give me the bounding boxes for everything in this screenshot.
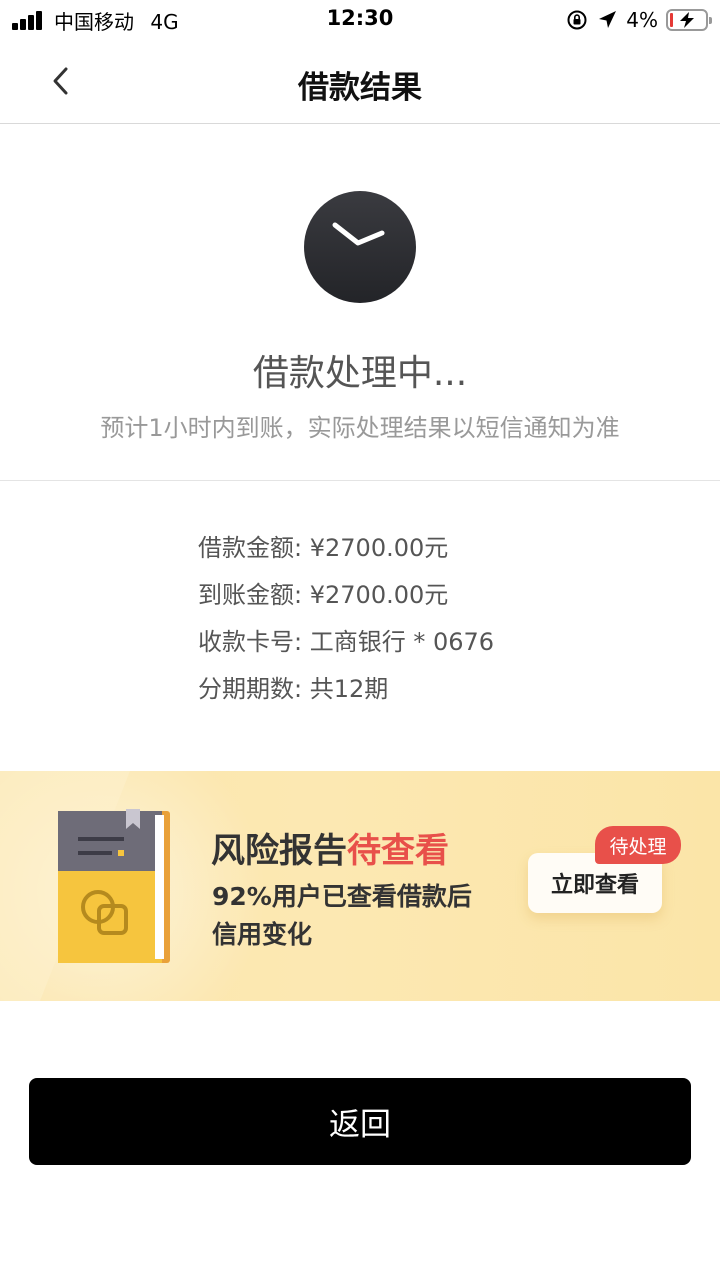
detail-label: 收款卡号: [198,628,303,656]
status-bar: 中国移动 4G 12:30 4% [0,0,720,40]
detail-label: 借款金额: [198,534,303,562]
status-right: 4% [566,7,712,33]
report-book-icon [0,771,170,1001]
page-title: 借款结果 [298,70,422,106]
detail-value: ¥2700.00元 [309,534,449,562]
nav-bar: 借款结果 [0,40,720,124]
detail-row-installments: 分期期数: 共12期 [198,669,698,716]
pending-badge: 待处理 [595,826,681,864]
detail-label: 到账金额: [198,581,303,609]
battery-icon [666,9,712,31]
detail-value: ¥2700.00元 [309,581,449,609]
processing-title: 借款处理中... [252,353,468,394]
return-button[interactable]: 返回 [29,1078,691,1165]
processing-subtitle: 预计1小时内到账，实际处理结果以短信通知为准 [100,414,620,442]
banner-desc-line2: 信用变化 [212,920,313,949]
detail-value: 共12期 [309,675,389,703]
location-arrow-icon [599,11,617,28]
loan-details: 借款金额: ¥2700.00元 到账金额: ¥2700.00元 收款卡号: 工商… [198,528,698,716]
detail-row-received-amount: 到账金额: ¥2700.00元 [198,575,698,622]
banner-title-main: 风险报告 [211,831,347,871]
divider [0,480,720,481]
detail-label: 分期期数: [198,675,303,703]
banner-title-highlight: 待查看 [347,831,449,871]
charging-bolt-icon [680,12,694,28]
clock-icon [304,191,416,303]
detail-row-card-number: 收款卡号: 工商银行 * 0676 [198,622,698,669]
banner-desc-line1: 92%用户已查看借款后 [212,882,472,911]
banner-title: 风险报告待查看 [211,823,449,872]
banner-description: 92%用户已查看借款后 信用变化 [212,878,512,954]
detail-row-loan-amount: 借款金额: ¥2700.00元 [198,528,698,575]
battery-percent: 4% [626,8,658,32]
detail-value: 工商银行 * 0676 [309,628,495,656]
rotation-lock-icon [567,10,587,30]
